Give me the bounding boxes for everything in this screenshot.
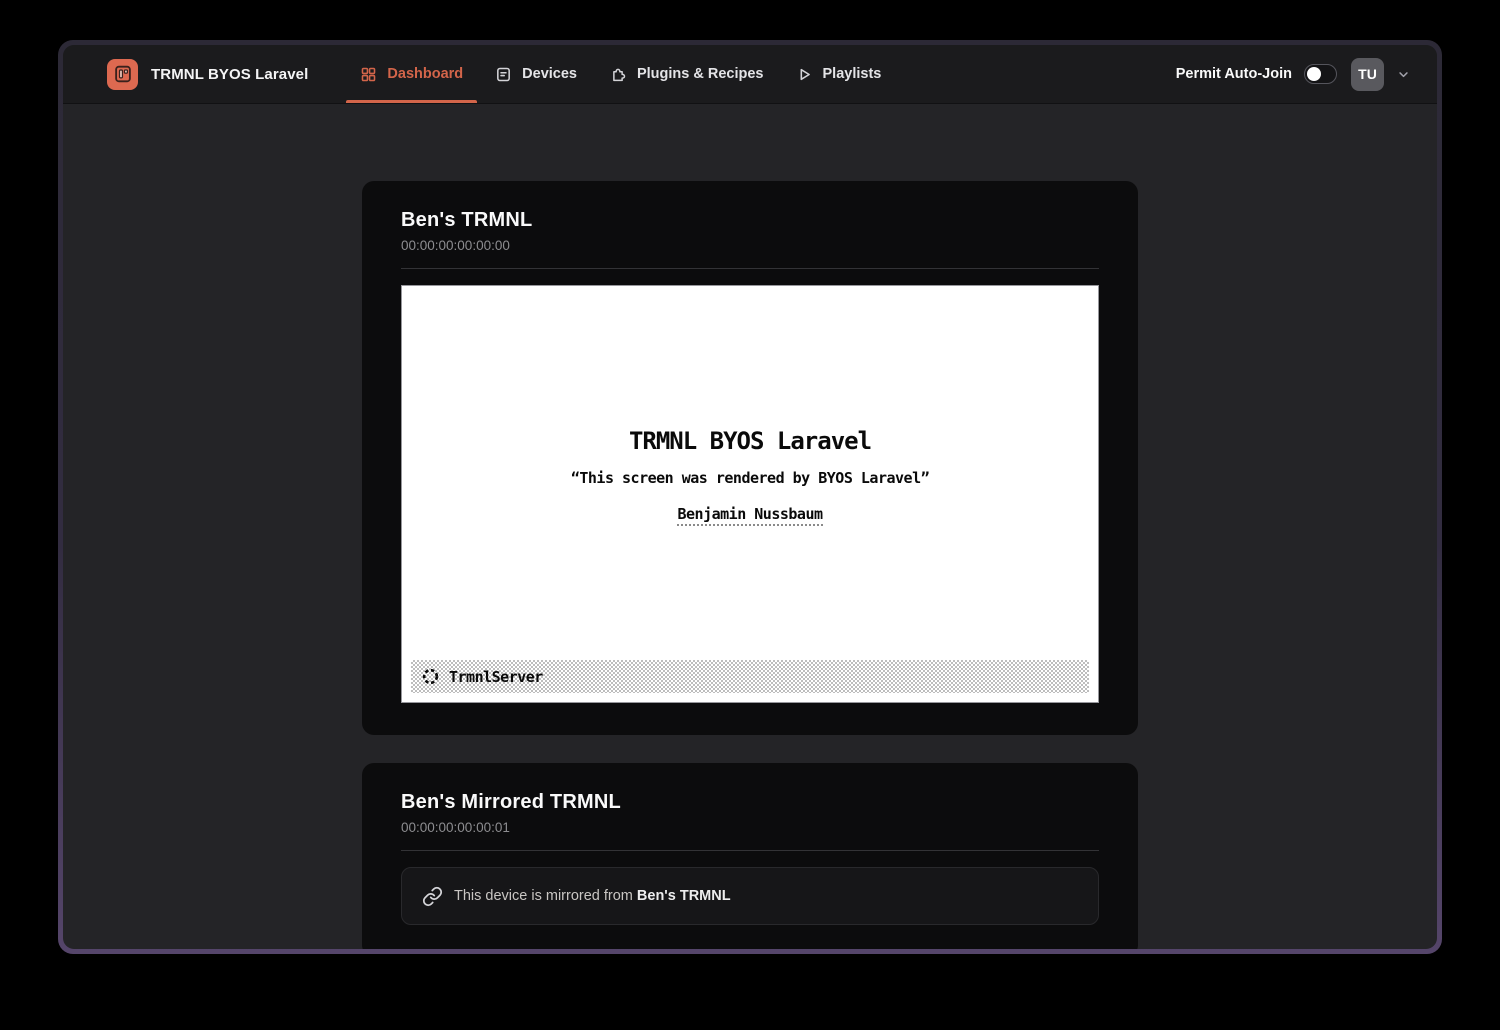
app-window: TRMNL BYOS Laravel Dashboard bbox=[63, 45, 1437, 949]
permit-auto-join-toggle[interactable] bbox=[1304, 64, 1337, 84]
nav-item-label: Devices bbox=[522, 66, 577, 82]
mirror-source-device: Ben's TRMNL bbox=[637, 888, 731, 904]
nav-item-plugins[interactable]: Plugins & Recipes bbox=[595, 45, 778, 103]
divider bbox=[401, 850, 1099, 851]
permit-auto-join-label: Permit Auto-Join bbox=[1176, 66, 1292, 82]
screen-quote: “This screen was rendered by BYOS Larave… bbox=[402, 469, 1098, 487]
link-icon bbox=[422, 886, 443, 907]
device-mac-address: 00:00:00:00:00:01 bbox=[401, 820, 1099, 835]
mirror-text: This device is mirrored from Ben's TRMNL bbox=[454, 888, 731, 904]
trmnl-logo-icon bbox=[107, 59, 138, 90]
nav-item-label: Playlists bbox=[823, 66, 882, 82]
toggle-knob bbox=[1307, 67, 1321, 81]
device-name: Ben's Mirrored TRMNL bbox=[401, 791, 1099, 814]
brand: TRMNL BYOS Laravel bbox=[107, 45, 308, 103]
device-list-icon bbox=[495, 66, 512, 83]
device-name: Ben's TRMNL bbox=[401, 209, 1099, 232]
screen-author-row: Benjamin Nussbaum bbox=[402, 504, 1098, 526]
grid-icon bbox=[360, 66, 377, 83]
nav-item-playlists[interactable]: Playlists bbox=[782, 45, 896, 103]
screen-title: TRMNL BYOS Laravel bbox=[402, 427, 1098, 455]
nav-item-label: Plugins & Recipes bbox=[637, 66, 764, 82]
app-window-frame: TRMNL BYOS Laravel Dashboard bbox=[58, 40, 1442, 954]
puzzle-icon bbox=[609, 65, 627, 83]
dashboard-content: Ben's TRMNL 00:00:00:00:00:00 TRMNL BYOS… bbox=[63, 104, 1437, 949]
spinner-icon bbox=[421, 667, 440, 686]
navbar-right: Permit Auto-Join TU bbox=[1176, 45, 1411, 103]
screen-status-bar: TrmnlServer bbox=[411, 660, 1089, 693]
avatar[interactable]: TU bbox=[1351, 58, 1384, 91]
navbar: TRMNL BYOS Laravel Dashboard bbox=[63, 45, 1437, 104]
nav-items: Dashboard Devices Plugins & Recipes bbox=[344, 45, 897, 103]
screen-status-label: TrmnlServer bbox=[449, 668, 543, 686]
divider bbox=[401, 268, 1099, 269]
device-card-bens-mirrored-trmnl: Ben's Mirrored TRMNL 00:00:00:00:00:01 T… bbox=[362, 763, 1138, 949]
device-screen-preview: TRMNL BYOS Laravel “This screen was rend… bbox=[401, 285, 1099, 703]
nav-item-devices[interactable]: Devices bbox=[481, 45, 591, 103]
device-mac-address: 00:00:00:00:00:00 bbox=[401, 238, 1099, 253]
play-icon bbox=[796, 66, 813, 83]
chevron-down-icon bbox=[1396, 67, 1411, 82]
user-menu-chevron[interactable] bbox=[1396, 67, 1411, 82]
brand-title: TRMNL BYOS Laravel bbox=[151, 66, 308, 83]
nav-item-dashboard[interactable]: Dashboard bbox=[346, 45, 477, 103]
nav-item-label: Dashboard bbox=[387, 66, 463, 82]
mirror-notice: This device is mirrored from Ben's TRMNL bbox=[401, 867, 1099, 925]
mirror-text-prefix: This device is mirrored from bbox=[454, 888, 637, 904]
screen-author-link: Benjamin Nussbaum bbox=[677, 505, 822, 526]
device-card-bens-trmnl: Ben's TRMNL 00:00:00:00:00:00 TRMNL BYOS… bbox=[362, 181, 1138, 735]
